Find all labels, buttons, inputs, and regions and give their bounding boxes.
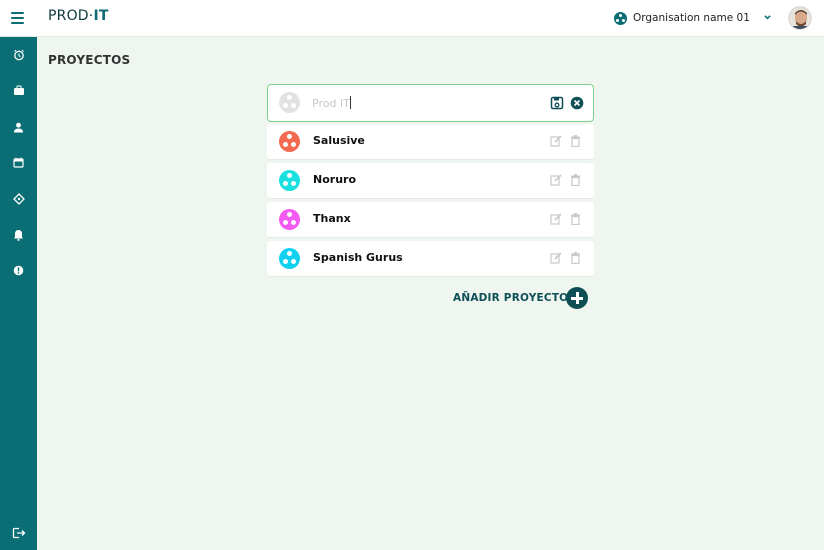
top-bar: PROD·IT Organisation name 01 <box>0 0 824 37</box>
project-row[interactable]: Noruro <box>267 163 594 199</box>
briefcase-icon <box>13 85 24 95</box>
edit-icon[interactable] <box>550 252 562 264</box>
project-name: Spanish Gurus <box>313 251 403 264</box>
project-color-icon <box>279 131 300 152</box>
page-title: PROYECTOS <box>48 53 131 67</box>
sidebar-item-users[interactable] <box>0 114 37 140</box>
avatar[interactable] <box>788 6 812 30</box>
add-project-link[interactable]: AÑADIR PROYECTO <box>453 292 568 304</box>
edit-icon[interactable] <box>550 213 562 225</box>
calendar-icon <box>13 157 24 168</box>
project-name: Noruro <box>313 173 357 186</box>
trash-icon[interactable] <box>570 252 581 264</box>
organisation-name: Organisation name 01 <box>633 12 750 24</box>
sidebar-item-projects[interactable] <box>0 77 37 103</box>
trash-icon[interactable] <box>570 135 581 147</box>
sidebar-item-logout[interactable] <box>0 520 37 546</box>
project-color-icon <box>279 209 300 230</box>
sidebar-item-calendar[interactable] <box>0 149 37 175</box>
save-icon[interactable] <box>550 96 564 110</box>
bell-icon <box>14 230 23 241</box>
edit-icon[interactable] <box>550 135 562 147</box>
add-project-button[interactable] <box>566 287 588 309</box>
alarm-clock-icon <box>13 49 24 61</box>
project-color-icon[interactable] <box>279 92 300 113</box>
project-row[interactable]: Thanx <box>267 202 594 238</box>
edit-icon[interactable] <box>550 174 562 186</box>
sidebar-item-tags[interactable] <box>0 186 37 212</box>
project-name-input[interactable] <box>312 94 532 112</box>
project-edit-row <box>267 84 594 122</box>
user-icon <box>14 122 23 132</box>
organisation-selector[interactable]: Organisation name 01 <box>614 10 750 26</box>
organisation-icon <box>614 11 627 25</box>
project-name: Salusive <box>313 134 365 147</box>
sidebar <box>0 37 37 550</box>
info-icon <box>13 265 24 275</box>
project-row[interactable]: Salusive <box>267 124 594 160</box>
logout-icon <box>12 527 25 539</box>
project-name: Thanx <box>313 212 351 225</box>
project-row[interactable]: Spanish Gurus <box>267 241 594 277</box>
sidebar-item-info[interactable] <box>0 257 37 283</box>
project-color-icon <box>279 170 300 191</box>
menu-icon[interactable] <box>11 12 24 24</box>
close-icon[interactable] <box>570 96 584 110</box>
app-logo[interactable]: PROD·IT <box>48 8 109 24</box>
tag-icon <box>12 193 25 205</box>
trash-icon[interactable] <box>570 213 581 225</box>
chevron-down-icon[interactable] <box>764 14 771 21</box>
text-cursor <box>350 96 351 109</box>
project-color-icon <box>279 248 300 269</box>
trash-icon[interactable] <box>570 174 581 186</box>
sidebar-item-time[interactable] <box>0 42 37 68</box>
sidebar-item-notifications[interactable] <box>0 222 37 248</box>
